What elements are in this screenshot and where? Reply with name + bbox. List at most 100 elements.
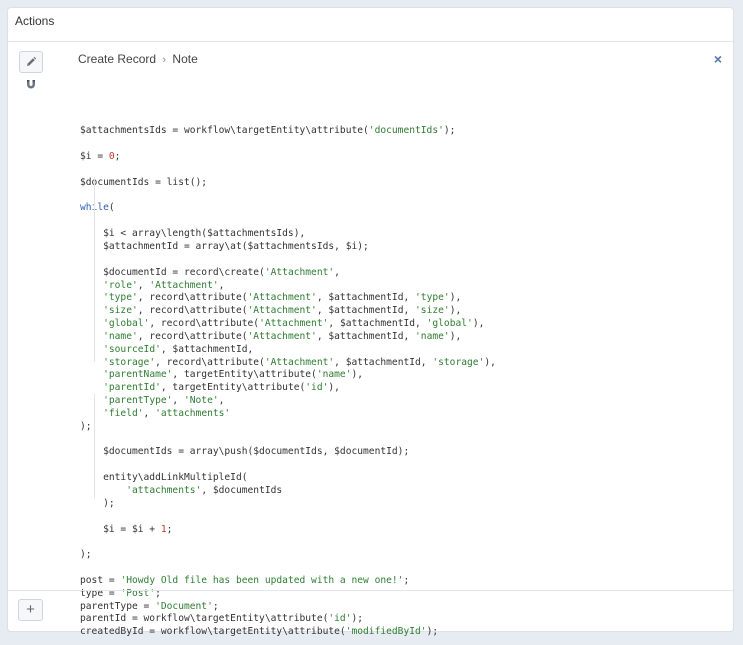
indent-guide [94,394,95,499]
code-token: $documentIds = list(); [80,176,208,188]
code-token: $documentIds = array\push($documentIds, … [80,446,410,458]
magnet-icon[interactable] [25,78,37,90]
code-line: entity\addLinkMultipleId( [80,472,640,485]
code-token: 'attachments' [126,485,202,496]
code-token: ); [443,125,456,137]
breadcrumb-separator: › [162,54,167,66]
code-token: , record\attribute( [137,330,248,342]
edit-action-button[interactable] [19,51,43,73]
code-line: $i = 0; [80,151,640,164]
code-line: ); [80,421,640,434]
code-line: $attachmentsIds = workflow\targetEntity\… [80,125,640,138]
code-line: $i = $i + 1; [80,524,640,537]
code-token: , $attachmentId, [316,305,416,317]
code-token: ), [449,330,462,342]
code-token: 'Attachment' [247,305,317,317]
code-token: ; [114,151,121,163]
code-token: $i < array\length($attachmentsIds), [80,228,306,240]
code-token: , $attachmentId, [334,356,433,368]
code-line: 'size', record\attribute('Attachment', $… [80,305,640,318]
code-token: , $attachmentId, [316,292,416,304]
code-line: 'parentName', targetEntity\attribute('na… [80,369,640,382]
code-line: 'parentId', targetEntity\attribute('id')… [80,382,640,395]
code-token: ), [449,292,462,304]
formula-code-block: $attachmentsIds = workflow\targetEntity\… [80,74,640,639]
code-token: $attachmentId = array\at($attachmentsIds… [80,240,369,252]
code-token: post = [80,574,121,586]
code-token: , [137,279,150,291]
code-line: $attachmentId = array\at($attachmentsIds… [80,241,640,254]
code-token: 'name' [103,330,138,342]
code-token: , $attachmentId, [160,343,254,355]
code-token: ), [472,318,485,330]
code-token: 'field' [103,407,144,419]
actions-panel: Actions Create Record › Note × $attachme… [7,7,734,637]
close-icon[interactable]: × [714,51,722,67]
code-token: 'storage' [103,356,156,368]
code-token: $attachmentsIds = workflow\targetEntity\… [80,125,369,137]
code-token: 'Howdy Old file has been updated with a … [120,574,404,586]
code-token: 'name' [316,369,352,381]
add-action-button[interactable]: + [18,599,43,621]
code-token: 'size' [103,305,138,317]
code-token: , $attachmentId, [316,330,416,342]
code-token: ); [80,549,92,561]
code-token: 'storage' [432,356,485,368]
code-token: 'type' [415,292,450,304]
code-line: post = 'Howdy Old file has been updated … [80,575,640,588]
code-line: while( [80,202,640,215]
code-token: $i = [80,151,109,163]
code-line: 'parentType', 'Note', [80,395,640,408]
code-line: 'attachments', $documentIds [80,485,640,498]
code-line: $i < array\length($attachmentsIds), [80,228,640,241]
code-token: ; [166,523,173,535]
code-token: 'Attachment' [247,330,317,342]
code-token: 'sourceId' [103,343,161,355]
code-token: ), [328,382,340,394]
code-token: 'parentId' [103,382,161,394]
code-token: 'attachments' [155,407,231,419]
code-token: ); [80,420,92,432]
code-token: 'role' [103,279,138,291]
code-token: ; [403,574,410,586]
code-token: 'id' [305,382,329,394]
code-token: , record\attribute( [155,356,265,368]
code-token: 'type' [103,292,138,304]
breadcrumb: Create Record › Note [78,52,198,66]
breadcrumb-action-type: Create Record [78,52,157,66]
code-token: , [334,266,340,278]
code-token: ( [108,202,115,214]
code-token: , $attachmentId, [328,318,427,330]
code-token: 'Attachment' [259,318,329,330]
code-token: , record\attribute( [137,292,248,304]
code-token: ), [484,356,496,368]
code-line: 'name', record\attribute('Attachment', $… [80,331,640,344]
code-line: ); [80,549,640,562]
code-line: ); [80,498,640,511]
code-token: , [143,407,156,419]
code-line: 'role', 'Attachment', [80,280,640,293]
code-token: ), [449,305,462,317]
code-token: , [218,395,225,407]
panel-title: Actions [8,8,733,42]
code-token: $documentId = record\create( [80,266,265,278]
code-token: entity\addLinkMultipleId( [80,472,248,484]
indent-guide [94,177,95,362]
code-line: 'global', record\attribute('Attachment',… [80,318,640,331]
code-token: 'global' [426,318,473,330]
code-token: 'name' [415,330,450,342]
